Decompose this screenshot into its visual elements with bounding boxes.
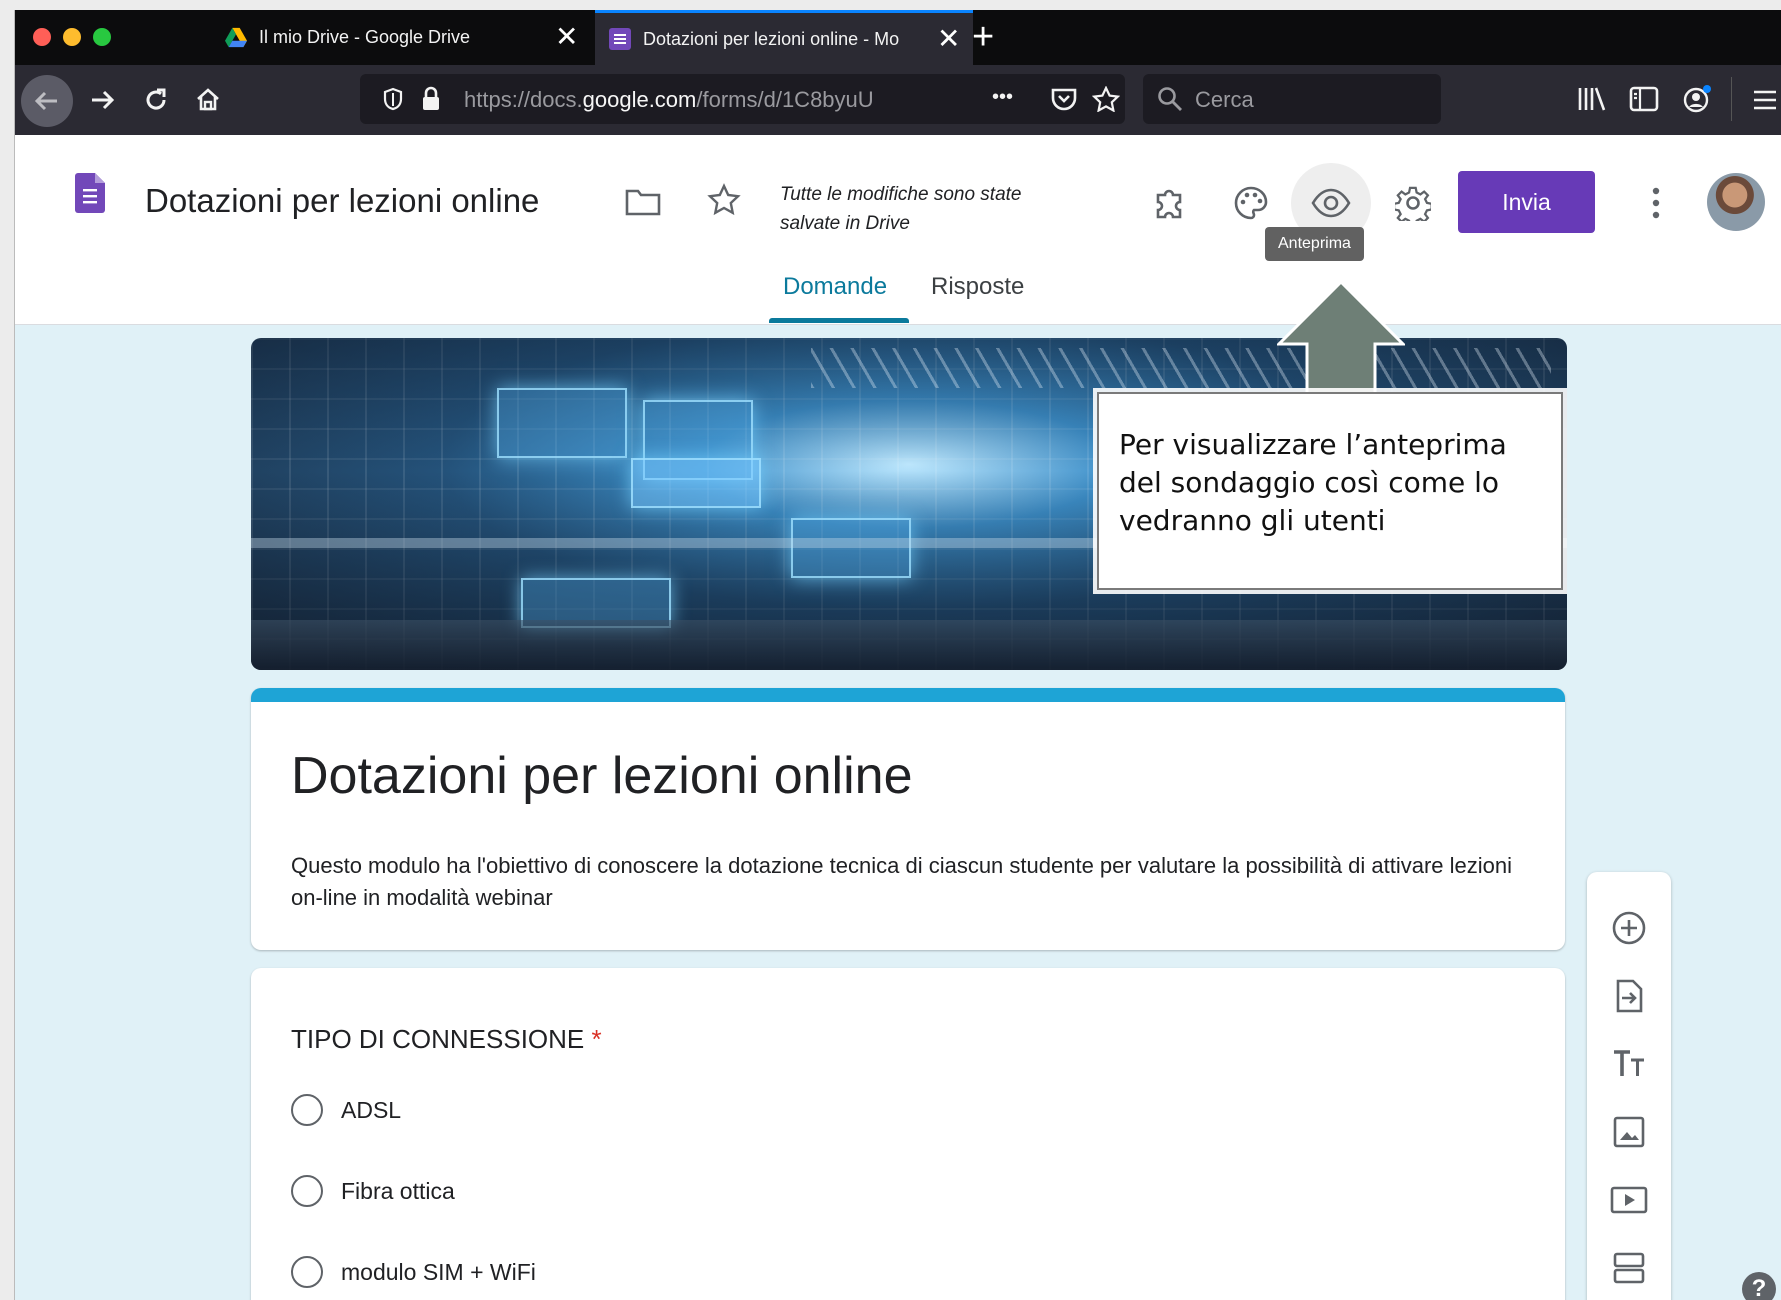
question-title-text: TIPO DI CONNESSIONE: [291, 1024, 585, 1054]
preview-tooltip: Anteprima: [1265, 227, 1364, 261]
forms-header: Dotazioni per lezioni online Tutte le mo…: [15, 135, 1781, 325]
preview-callout: Per visualizzare l’anteprima del sondagg…: [1097, 392, 1563, 590]
send-button[interactable]: Invia: [1458, 171, 1595, 233]
radio-button[interactable]: [291, 1175, 323, 1207]
add-title-button[interactable]: [1605, 1040, 1653, 1088]
banner-decoration: [811, 348, 1551, 388]
home-icon: [197, 88, 219, 111]
tab-responses[interactable]: Risposte: [931, 273, 1024, 301]
google-forms-logo-icon[interactable]: [75, 173, 105, 213]
search-placeholder: Cerca: [1195, 87, 1254, 112]
eye-icon: [1311, 188, 1351, 218]
add-image-icon: [1613, 1116, 1645, 1148]
url-text[interactable]: https://docs.google.com/forms/d/1C8byuU: [464, 87, 954, 113]
required-asterisk: *: [591, 1024, 602, 1054]
tab-questions[interactable]: Domande: [783, 273, 887, 301]
option-label: ADSL: [341, 1096, 402, 1123]
banner-decoration: [631, 458, 761, 508]
reload-icon: [146, 88, 166, 110]
new-tab-button[interactable]: +: [972, 18, 994, 56]
home-button[interactable]: [187, 79, 229, 121]
search-bar[interactable]: Cerca: [1143, 74, 1441, 124]
page-actions-button[interactable]: •••: [992, 86, 1013, 109]
add-video-button[interactable]: [1605, 1176, 1653, 1224]
browser-window: Il mio Drive - Google Drive ✕ Dotazioni …: [14, 10, 1781, 1300]
radio-option[interactable]: modulo SIM + WiFi: [291, 1256, 536, 1288]
radio-option[interactable]: Fibra ottica: [291, 1175, 455, 1207]
form-description[interactable]: Questo modulo ha l'obiettivo di conoscer…: [291, 850, 1541, 914]
active-tab-indicator: [769, 318, 909, 323]
radio-button[interactable]: [291, 1094, 323, 1126]
browser-tab-drive[interactable]: Il mio Drive - Google Drive ✕: [175, 10, 595, 65]
import-questions-icon: [1616, 979, 1643, 1013]
avatar[interactable]: [1707, 173, 1765, 231]
add-video-icon: [1610, 1186, 1648, 1214]
document-title[interactable]: Dotazioni per lezioni online: [145, 182, 539, 220]
account-icon[interactable]: [1681, 83, 1713, 115]
url-domain: google.com: [582, 87, 697, 112]
settings-gear-icon[interactable]: [1395, 185, 1431, 221]
close-tab-icon[interactable]: ✕: [555, 23, 578, 51]
banner-decoration: [497, 388, 627, 458]
radio-button[interactable]: [291, 1256, 323, 1288]
option-label: modulo SIM + WiFi: [341, 1258, 536, 1285]
add-section-button[interactable]: [1605, 1244, 1653, 1292]
shield-icon[interactable]: [382, 87, 404, 111]
callout-arrow-icon: [1277, 280, 1405, 406]
lock-icon[interactable]: [420, 86, 442, 112]
add-ons-icon[interactable]: [1152, 185, 1188, 221]
add-section-icon: [1613, 1252, 1645, 1284]
question-toolbar: [1587, 872, 1671, 1300]
option-label: Fibra ottica: [341, 1177, 455, 1204]
banner-decoration: [791, 518, 911, 578]
address-bar[interactable]: https://docs.google.com/forms/d/1C8byuU …: [360, 74, 1125, 124]
radio-option[interactable]: ADSL: [291, 1094, 401, 1126]
import-questions-button[interactable]: [1605, 972, 1653, 1020]
save-status: Tutte le modifiche sono state salvate in…: [780, 184, 1022, 234]
url-prefix: https://docs.: [464, 87, 583, 112]
arrow-left-icon: [34, 91, 57, 111]
tab-title: Il mio Drive - Google Drive: [259, 27, 471, 47]
palette-icon[interactable]: [1233, 185, 1269, 221]
add-question-icon: [1612, 911, 1646, 945]
google-drive-icon: [225, 27, 247, 47]
help-icon[interactable]: ?: [1742, 1272, 1776, 1300]
close-window-button[interactable]: [33, 28, 51, 46]
menu-icon[interactable]: [1752, 87, 1778, 113]
add-image-button[interactable]: [1605, 1108, 1653, 1156]
sidebar-icon[interactable]: [1629, 85, 1659, 113]
callout-text: Per visualizzare l’anteprima del sondagg…: [1119, 428, 1507, 537]
question-title[interactable]: TIPO DI CONNESSIONE *: [291, 1024, 602, 1055]
form-title-card[interactable]: Dotazioni per lezioni online Questo modu…: [251, 688, 1565, 950]
toolbar-divider: [1731, 77, 1732, 121]
add-title-icon: [1614, 1050, 1644, 1076]
library-icon[interactable]: [1577, 85, 1607, 113]
star-icon[interactable]: [707, 183, 741, 217]
question-card[interactable]: TIPO DI CONNESSIONE * ADSL Fibra ottica …: [251, 968, 1565, 1300]
tab-bar: Il mio Drive - Google Drive ✕ Dotazioni …: [15, 10, 1781, 65]
banner-decoration: [251, 620, 1567, 670]
google-forms-favicon-icon: [609, 28, 631, 50]
pocket-icon[interactable]: [1050, 86, 1078, 112]
close-tab-icon[interactable]: ✕: [937, 25, 960, 53]
add-question-button[interactable]: [1605, 904, 1653, 952]
tab-title: Dotazioni per lezioni online - Mo: [643, 28, 900, 49]
reload-button[interactable]: [135, 79, 177, 121]
zoom-window-button[interactable]: [93, 28, 111, 46]
folder-icon[interactable]: [625, 187, 661, 217]
url-path: /forms/d/1C8byuU: [696, 87, 874, 112]
arrow-right-icon: [92, 90, 115, 110]
minimize-window-button[interactable]: [63, 28, 81, 46]
bookmark-star-icon[interactable]: [1092, 86, 1120, 112]
search-icon: [1158, 87, 1182, 111]
more-options-icon[interactable]: [1650, 187, 1662, 219]
back-button[interactable]: [21, 75, 73, 127]
form-title[interactable]: Dotazioni per lezioni online: [291, 746, 913, 806]
navigation-bar: https://docs.google.com/forms/d/1C8byuU …: [15, 65, 1781, 135]
forward-button[interactable]: [81, 79, 123, 121]
browser-tab-forms[interactable]: Dotazioni per lezioni online - Mo ✕: [595, 10, 973, 65]
